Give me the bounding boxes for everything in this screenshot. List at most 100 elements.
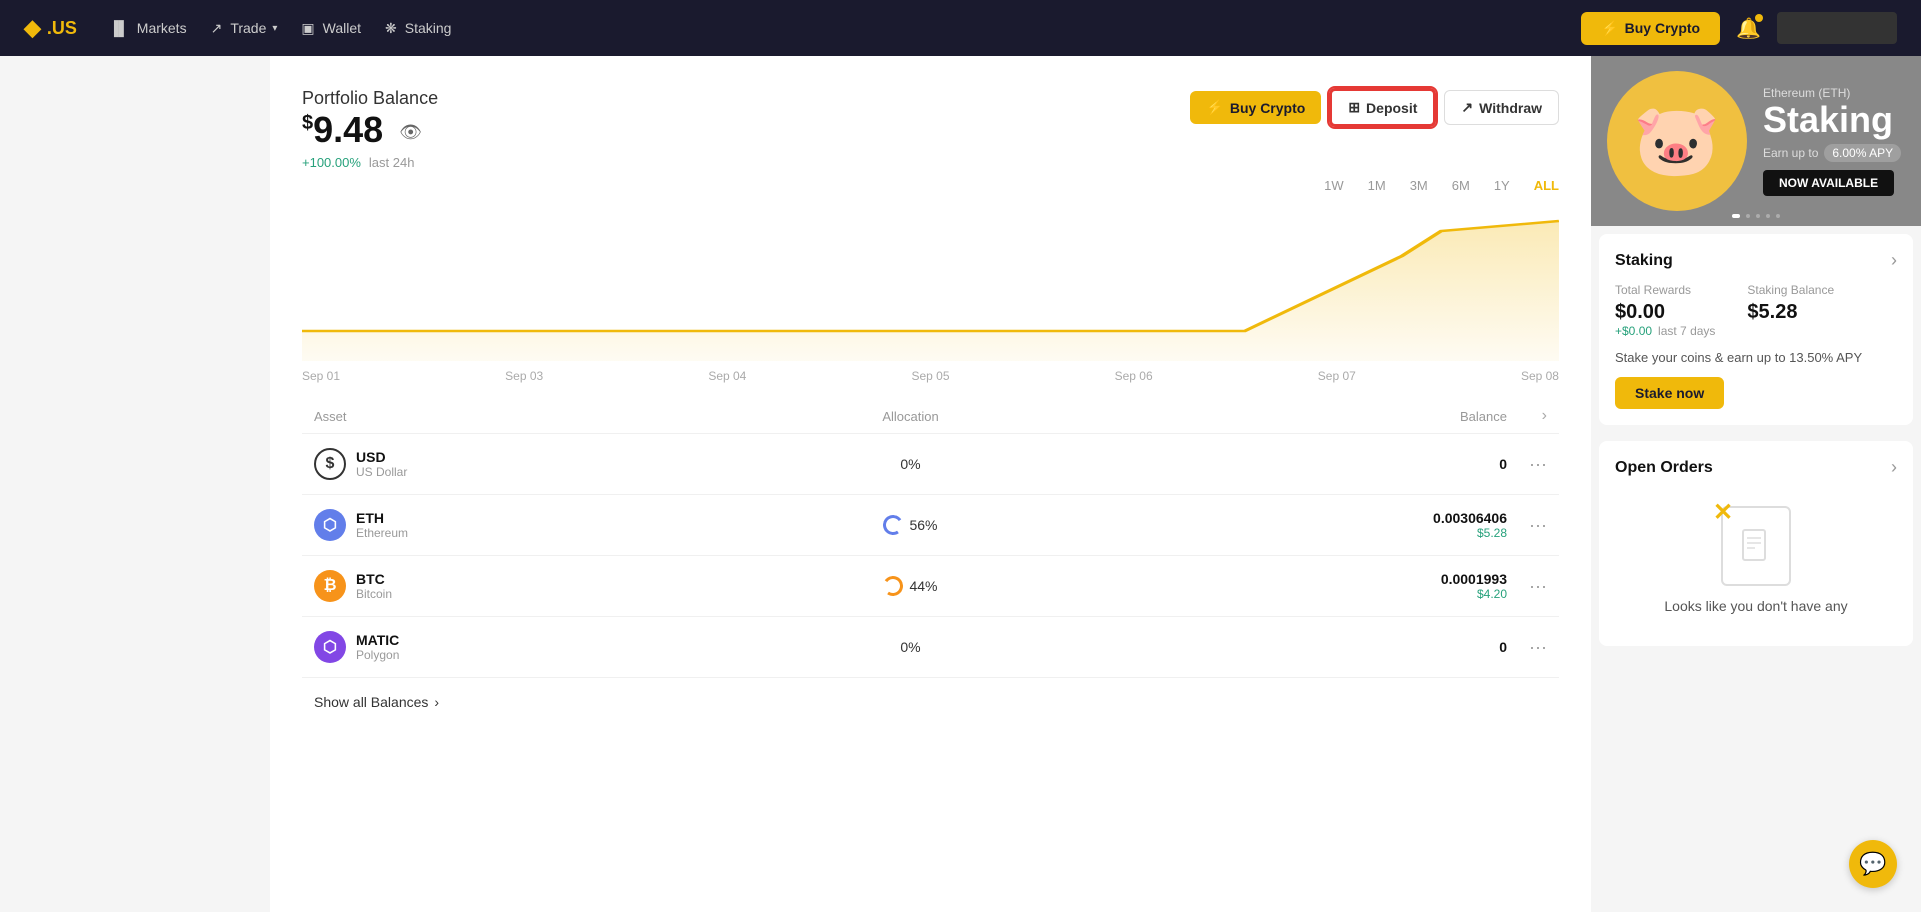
portfolio-actions: ⚡ Buy Crypto ⊞ Deposit ↗ Withdraw <box>1190 88 1559 127</box>
asset-info-usd: $ USD US Dollar <box>314 448 761 480</box>
filter-1y[interactable]: 1Y <box>1494 178 1510 193</box>
banner-subtitle: Ethereum (ETH) <box>1763 86 1901 100</box>
pig-illustration: 🐷 <box>1607 71 1747 211</box>
staking-balance-label: Staking Balance <box>1747 283 1834 297</box>
nav-markets[interactable]: ▐▌ Markets <box>109 20 187 36</box>
left-sidebar <box>0 56 270 912</box>
right-sidebar: 🐷 Ethereum (ETH) Staking Earn up to 6.00… <box>1591 56 1921 912</box>
asset-table-header: Asset Allocation Balance › <box>302 399 1559 434</box>
balance-primary-btc: 0.0001993 <box>1060 571 1507 587</box>
asset-labels-eth: ETH Ethereum <box>356 510 408 540</box>
total-rewards-period: last 7 days <box>1658 324 1715 338</box>
header-actions: › <box>1507 407 1547 425</box>
filter-6m[interactable]: 6M <box>1452 178 1470 193</box>
staking-balance-value: $5.28 <box>1747 301 1834 324</box>
show-all-balances[interactable]: Show all Balances › <box>302 678 1559 726</box>
staking-icon: ❋ <box>385 20 397 37</box>
balance-usd: 0 <box>1060 456 1507 472</box>
expand-icon[interactable]: › <box>1542 407 1547 424</box>
actions-btc[interactable]: ··· <box>1507 576 1547 597</box>
asset-symbol-btc: BTC <box>356 571 392 587</box>
portfolio-title: Portfolio Balance <box>302 88 438 109</box>
eye-icon[interactable]: 👁 <box>399 122 422 143</box>
asset-symbol-eth: ETH <box>356 510 408 526</box>
banner-text: Ethereum (ETH) Staking Earn up to 6.00% … <box>1747 70 1917 212</box>
asset-name-matic: Polygon <box>356 648 399 662</box>
xaxis-sep07: Sep 07 <box>1318 369 1356 383</box>
empty-orders-text: Looks like you don't have any <box>1631 598 1881 614</box>
nav-staking[interactable]: ❋ Staking <box>385 20 451 37</box>
markets-icon: ▐▌ <box>109 20 129 36</box>
balance-value: 9.48 <box>313 109 383 150</box>
xaxis-sep03: Sep 03 <box>505 369 543 383</box>
bell-container: 🔔 <box>1736 16 1761 41</box>
asset-icon-btc: ₿ <box>314 570 346 602</box>
buy-crypto-button[interactable]: ⚡ Buy Crypto <box>1190 91 1321 124</box>
balance-primary-usd: 0 <box>1060 456 1507 472</box>
empty-orders-illustration: ✕ <box>1721 506 1791 586</box>
staking-section: Staking › Total Rewards $0.00 +$0.00 las… <box>1599 234 1913 425</box>
xaxis-sep01: Sep 01 <box>302 369 340 383</box>
balance-primary-matic: 0 <box>1060 639 1507 655</box>
chat-fab-button[interactable]: 💬 <box>1849 840 1897 888</box>
balance-secondary-eth: $5.28 <box>1060 526 1507 540</box>
table-row: ⬡ ETH Ethereum 56% 0.00306406 $5.28 ··· <box>302 495 1559 556</box>
show-all-arrow-icon: › <box>434 694 439 710</box>
actions-eth[interactable]: ··· <box>1507 515 1547 536</box>
staking-balance-stat: Staking Balance $5.28 <box>1747 283 1834 338</box>
chart-xaxis: Sep 01 Sep 03 Sep 04 Sep 05 Sep 06 Sep 0… <box>302 369 1559 383</box>
actions-matic[interactable]: ··· <box>1507 637 1547 658</box>
total-rewards-value: $0.00 <box>1615 301 1715 324</box>
banner-earn-text: Earn up to <box>1763 146 1818 160</box>
chart-area <box>302 201 1559 361</box>
xaxis-sep06: Sep 06 <box>1115 369 1153 383</box>
balance-change: +100.00% last 24h <box>302 155 438 170</box>
banner-available-label: NOW AVAILABLE <box>1763 170 1894 196</box>
nav-wallet-label: Wallet <box>323 20 361 36</box>
open-orders-chevron-icon[interactable]: › <box>1891 457 1897 478</box>
empty-x-icon: ✕ <box>1713 498 1733 527</box>
total-rewards-change: +$0.00 last 7 days <box>1615 324 1715 338</box>
stake-now-button[interactable]: Stake now <box>1615 377 1724 409</box>
open-orders-header: Open Orders › <box>1615 457 1897 478</box>
page-layout: Portfolio Balance $9.48 👁 +100.00% last … <box>0 56 1921 912</box>
user-avatar[interactable] <box>1777 12 1897 44</box>
filter-all[interactable]: ALL <box>1534 178 1559 193</box>
balance-prefix: $ <box>302 112 313 134</box>
deposit-label: Deposit <box>1366 100 1417 116</box>
header-asset: Asset <box>314 409 761 424</box>
banner-dot-2 <box>1746 214 1750 218</box>
allocation-btc: 44% <box>761 576 1059 596</box>
portfolio-balance: $9.48 <box>302 109 383 151</box>
main-content: Portfolio Balance $9.48 👁 +100.00% last … <box>270 56 1591 912</box>
balance-primary-eth: 0.00306406 <box>1060 510 1507 526</box>
banner-apy: 6.00% APY <box>1824 144 1901 162</box>
asset-name-usd: US Dollar <box>356 465 407 479</box>
logo-icon: ◆ <box>24 15 41 41</box>
asset-symbol-usd: USD <box>356 449 407 465</box>
balance-btc: 0.0001993 $4.20 <box>1060 571 1507 601</box>
show-all-label: Show all Balances <box>314 694 428 710</box>
nav-markets-label: Markets <box>137 20 187 36</box>
banner-dot-3 <box>1756 214 1760 218</box>
filter-1w[interactable]: 1W <box>1324 178 1344 193</box>
logo[interactable]: ◆ .US <box>24 15 77 41</box>
table-row: $ USD US Dollar 0% 0 ··· <box>302 434 1559 495</box>
staking-chevron-icon[interactable]: › <box>1891 250 1897 271</box>
banner-title: Staking <box>1763 100 1901 140</box>
staking-section-title: Staking <box>1615 252 1673 270</box>
nav-wallet[interactable]: ▣ Wallet <box>301 20 361 37</box>
deposit-button[interactable]: ⊞ Deposit <box>1329 88 1436 127</box>
asset-icon-eth: ⬡ <box>314 509 346 541</box>
empty-document-icon <box>1741 528 1771 564</box>
withdraw-button[interactable]: ↗ Withdraw <box>1444 90 1559 125</box>
filter-1m[interactable]: 1M <box>1368 178 1386 193</box>
portfolio-header: Portfolio Balance $9.48 👁 +100.00% last … <box>302 88 1559 170</box>
navbar-buy-crypto-button[interactable]: ⚡ Buy Crypto <box>1581 12 1720 45</box>
filter-3m[interactable]: 3M <box>1410 178 1428 193</box>
nav-trade[interactable]: ↗ Trade ▾ <box>211 20 278 37</box>
actions-usd[interactable]: ··· <box>1507 454 1547 475</box>
open-orders-empty-state: ✕ Looks like you don't have any <box>1615 490 1897 630</box>
xaxis-sep05: Sep 05 <box>911 369 949 383</box>
withdraw-label: Withdraw <box>1479 100 1542 116</box>
